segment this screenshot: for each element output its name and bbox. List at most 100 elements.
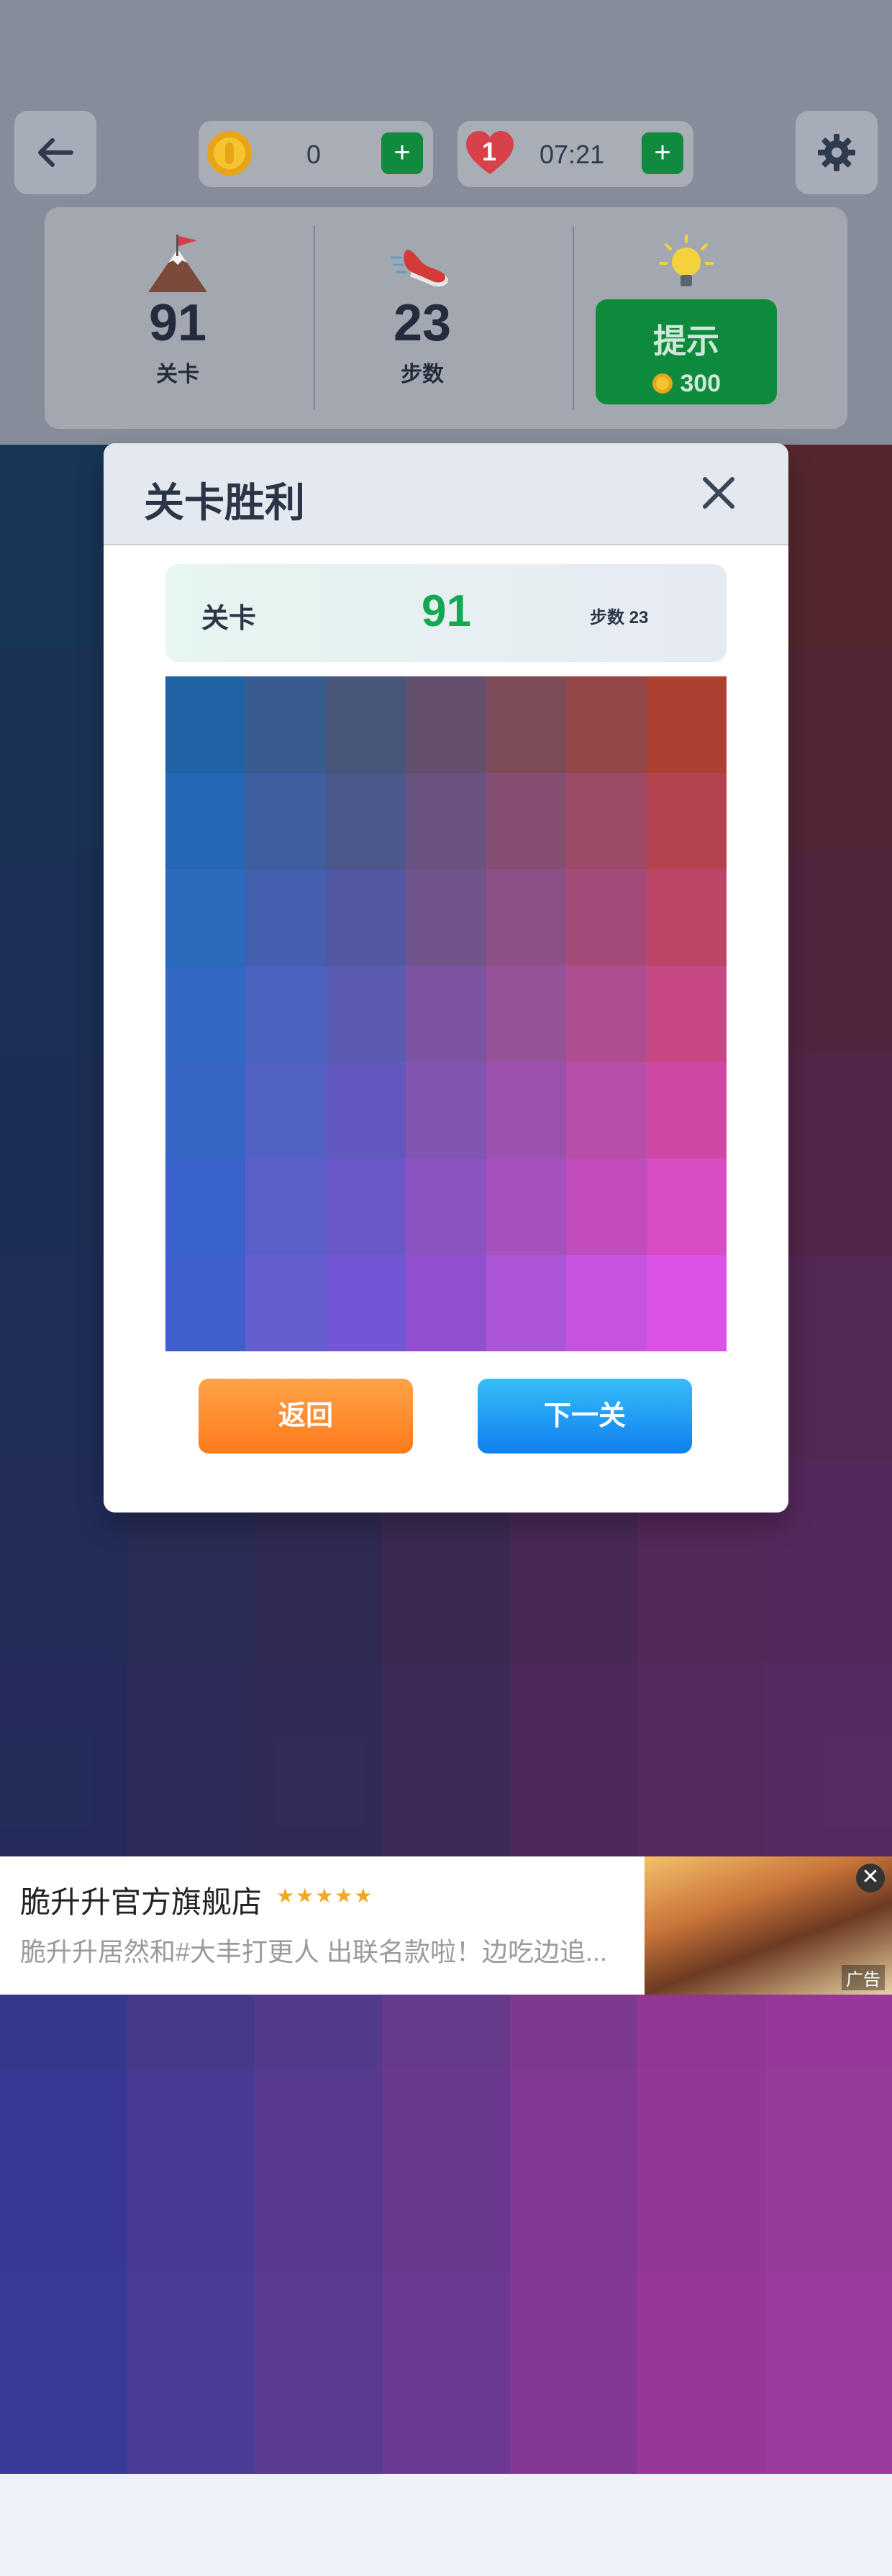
- board-tile: [245, 1158, 326, 1255]
- board-tile: [325, 1255, 406, 1351]
- board-tile: [406, 1062, 486, 1158]
- background-tile: [0, 2068, 128, 2271]
- board-tile: [486, 773, 567, 869]
- board-tile: [406, 966, 486, 1062]
- board-tile: [646, 676, 727, 773]
- back-button[interactable]: [14, 111, 96, 194]
- ad-image: ✕ 广告: [645, 1856, 892, 1995]
- summary-level-label: 关卡: [201, 604, 257, 634]
- board-tile: [486, 1062, 567, 1158]
- settings-button[interactable]: [796, 111, 878, 194]
- board-tile: [646, 1255, 727, 1351]
- board-tile: [325, 1062, 406, 1158]
- board-tile: [486, 676, 567, 773]
- board-tile: [406, 869, 486, 966]
- board-tile: [165, 966, 246, 1062]
- next-level-button[interactable]: 下一关: [478, 1379, 692, 1453]
- board-tile: [165, 676, 246, 773]
- board-tile: [566, 676, 647, 773]
- board-tile: [325, 966, 406, 1062]
- add-lives-button[interactable]: +: [642, 132, 683, 174]
- background-tile: [127, 2271, 255, 2474]
- close-icon[interactable]: [699, 473, 738, 512]
- ad-banner[interactable]: 脆升升官方旗舰店 ★★★★★ 脆升升居然和#大丰打更人 出联名款啦！边吃边追..…: [0, 1856, 892, 1995]
- summary-level-number: 91: [422, 586, 471, 636]
- board-tile: [486, 1158, 567, 1255]
- lightbulb-icon: [659, 235, 714, 286]
- steps-label: 步数: [401, 363, 444, 386]
- board-tile: [245, 1062, 326, 1158]
- add-coins-button[interactable]: +: [381, 132, 423, 174]
- mountain-flag-icon: [148, 235, 207, 292]
- board-tile: [646, 1062, 727, 1158]
- board-tile: [646, 773, 727, 869]
- board-tile: [165, 1062, 246, 1158]
- divider: [314, 226, 315, 410]
- board-tile: [245, 1255, 326, 1351]
- board-tile: [406, 1158, 486, 1255]
- hint-cost: 300: [680, 370, 722, 397]
- board-tile: [406, 773, 486, 869]
- board-tile: [566, 773, 647, 869]
- coin-icon: [652, 373, 673, 394]
- ad-title: 脆升升官方旗舰店: [20, 1885, 263, 1919]
- back-to-menu-button[interactable]: 返回: [199, 1379, 413, 1453]
- board-tile: [165, 1158, 246, 1255]
- board-tile: [646, 966, 727, 1062]
- board-tile: [486, 869, 567, 966]
- coin-icon: [207, 131, 252, 176]
- board-tile: [245, 773, 326, 869]
- steps-number: 23: [393, 294, 452, 352]
- background-tile: [509, 2271, 637, 2474]
- hint-button[interactable]: 提示 300: [596, 299, 777, 404]
- board-tile: [646, 1158, 727, 1255]
- summary-steps: 步数 23: [590, 608, 649, 627]
- arrow-left-icon: [38, 138, 73, 167]
- gear-icon: [818, 134, 855, 171]
- hint-label: 提示: [653, 322, 719, 360]
- board-tile: [325, 869, 406, 966]
- background-tile: [382, 2271, 510, 2474]
- board-tile: [165, 869, 246, 966]
- board-tile: [245, 869, 326, 966]
- dialog-header: 关卡胜利: [104, 443, 788, 545]
- board-tile: [325, 773, 406, 869]
- lives-count: 1: [482, 137, 497, 166]
- victory-dialog: 关卡胜利 关卡 91 步数 23 返回 下一关: [104, 443, 788, 1513]
- ad-description: 脆升升居然和#大丰打更人 出联名款啦！边吃边追...: [20, 1937, 608, 1967]
- shoe-icon: [390, 250, 448, 287]
- background-tile: [127, 2068, 255, 2271]
- background-tile: [637, 2271, 765, 2474]
- life-timer: 07:21: [540, 140, 605, 169]
- rating-stars: ★★★★★: [276, 1885, 374, 1907]
- board-tile: [245, 966, 326, 1062]
- background-tile: [0, 2271, 128, 2474]
- background-tile: [764, 2068, 892, 2271]
- dialog-title: 关卡胜利: [144, 480, 305, 525]
- hint-cost-row: 300: [596, 370, 777, 398]
- solved-board: [165, 676, 727, 1351]
- background-tile: [637, 2068, 765, 2271]
- level-stat: 91 关卡: [109, 207, 246, 429]
- result-summary: 关卡 91 步数 23: [165, 564, 727, 662]
- board-tile: [325, 1158, 406, 1255]
- board-tile: [566, 1062, 647, 1158]
- board-tile: [406, 676, 486, 773]
- board-tile: [566, 966, 647, 1062]
- board-tile: [165, 773, 246, 869]
- board-tile: [486, 1255, 567, 1351]
- level-number: 91: [148, 294, 207, 352]
- board-tile: [566, 1158, 647, 1255]
- background-tile: [382, 2068, 510, 2271]
- coin-counter: 0 +: [199, 121, 433, 187]
- lives-counter: 1 07:21 +: [458, 121, 693, 187]
- background-tile: [255, 2271, 383, 2474]
- background-tile: [509, 2068, 637, 2271]
- board-tile: [245, 676, 326, 773]
- ad-tag: 广告: [842, 1965, 885, 1990]
- ad-close-button[interactable]: ✕: [856, 1864, 885, 1892]
- board-tile: [566, 1255, 647, 1351]
- stats-panel: 91 关卡 23 步数 提示 300: [45, 207, 847, 429]
- level-label: 关卡: [156, 363, 199, 386]
- steps-stat: 23 步数: [354, 207, 491, 429]
